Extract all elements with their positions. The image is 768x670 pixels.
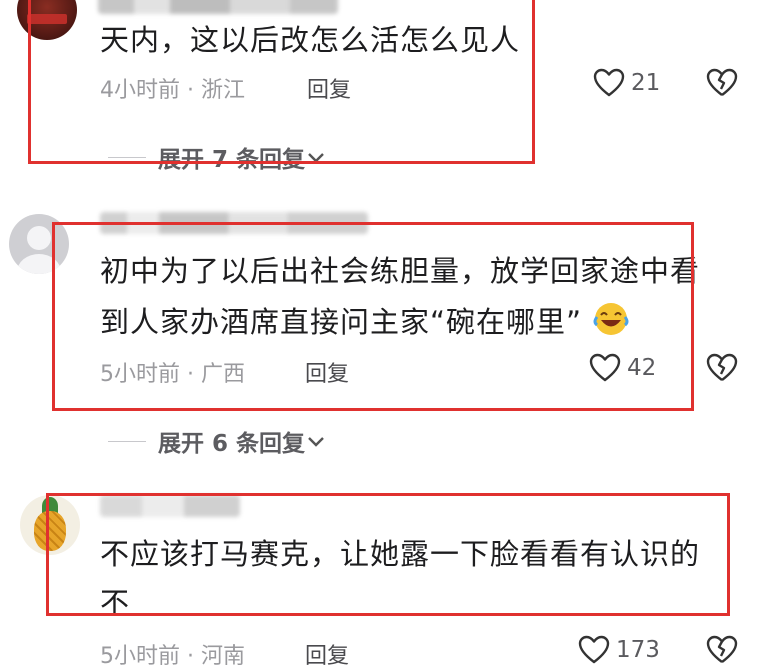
broken-heart-icon[interactable] — [706, 68, 738, 98]
expand-replies-label: 展开 6 条回复 — [158, 431, 306, 457]
highlight-box — [46, 493, 730, 616]
reply-button[interactable]: 回复 — [305, 638, 349, 670]
comment-time: 5小时前 — [100, 644, 180, 669]
highlight-box — [28, 0, 535, 164]
heart-icon — [578, 635, 610, 664]
expand-divider — [108, 440, 146, 442]
chevron-down-icon — [308, 437, 324, 447]
comment-meta: 5小时前 · 河南 — [100, 638, 245, 670]
like-button[interactable]: 173 — [578, 635, 660, 665]
heart-icon — [593, 68, 625, 97]
meta-separator: · — [187, 644, 194, 669]
highlight-box — [52, 222, 694, 411]
like-count: 173 — [616, 637, 660, 663]
broken-heart-icon[interactable] — [706, 353, 738, 383]
like-button[interactable]: 21 — [593, 68, 660, 98]
broken-heart-icon[interactable] — [706, 635, 738, 665]
comment-location: 河南 — [201, 644, 246, 669]
expand-replies-button[interactable]: 展开 6 条回复 — [108, 424, 327, 458]
like-count: 21 — [631, 70, 661, 96]
